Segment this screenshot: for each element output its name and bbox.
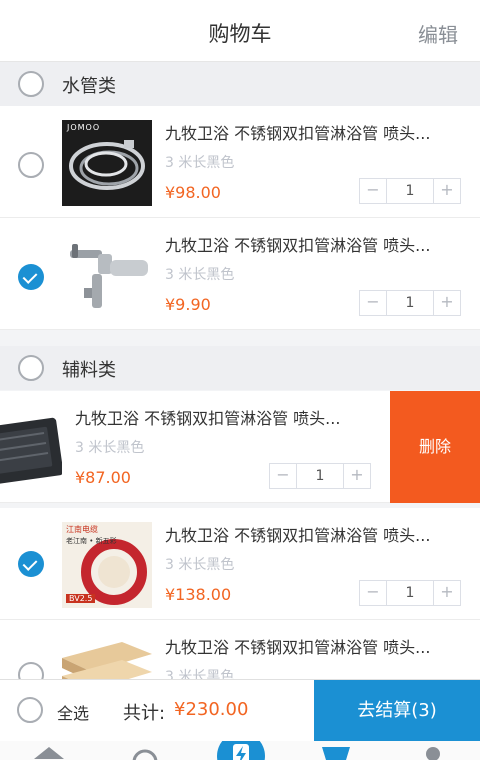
tab-bar <box>0 741 480 760</box>
header: 购物车 编辑 <box>0 0 480 62</box>
increment-button[interactable]: + <box>344 464 370 488</box>
decrement-button[interactable]: − <box>270 464 296 488</box>
product-image[interactable]: JOMOO <box>62 120 152 206</box>
product-price: ¥9.90 <box>165 295 211 314</box>
faucet-image <box>70 244 148 308</box>
decrement-button[interactable]: − <box>360 291 386 315</box>
tool-case-image <box>0 417 62 486</box>
quantity-stepper: − 1 + <box>269 463 371 489</box>
quantity-stepper: − 1 + <box>359 580 461 606</box>
product-name[interactable]: 九牧卫浴 不锈钢双扣管淋浴管 喷头... <box>165 634 430 658</box>
select-all-radio[interactable] <box>17 697 43 723</box>
discover-icon[interactable] <box>131 748 159 760</box>
total-label: 共计: <box>123 703 166 724</box>
quantity-stepper: − 1 + <box>359 290 461 316</box>
product-image[interactable] <box>0 405 62 491</box>
total-amount: ¥230.00 <box>174 699 249 720</box>
product-spec: 3 米长黑色 <box>165 155 235 171</box>
thumb-brand: JOMOO <box>67 123 101 132</box>
profile-icon[interactable] <box>420 746 446 760</box>
group-header-water-pipes: 水管类 <box>0 62 480 106</box>
group-header-accessories: 辅料类 <box>0 346 480 390</box>
product-spec: 3 米长黑色 <box>165 267 235 283</box>
home-icon[interactable] <box>34 747 64 760</box>
product-image[interactable]: 江南电缆 老江南 • 新五彩 BV2.5 <box>62 522 152 608</box>
flash-icon[interactable] <box>216 741 266 760</box>
quantity-input[interactable]: 1 <box>386 581 434 605</box>
increment-button[interactable]: + <box>434 581 460 605</box>
cart-item: 九牧卫浴 不锈钢双扣管淋浴管 喷头... 3 米长黑色 ¥9.90 − 1 + <box>0 218 480 330</box>
increment-button[interactable]: + <box>434 179 460 203</box>
product-spec: 3 米长黑色 <box>75 440 145 456</box>
edit-button[interactable]: 编辑 <box>418 19 458 48</box>
product-price: ¥98.00 <box>165 183 221 202</box>
thumb-subtitle: 老江南 • 新五彩 <box>66 537 117 545</box>
group-select-radio[interactable] <box>18 355 44 381</box>
decrement-button[interactable]: − <box>360 179 386 203</box>
cart-screen: 购物车 编辑 水管类 JOMOO 九牧卫浴 不锈钢双扣管淋浴管 喷头... 3 … <box>0 0 480 760</box>
product-name[interactable]: 九牧卫浴 不锈钢双扣管淋浴管 喷头... <box>165 522 430 546</box>
thumb-tag: BV2.5 <box>66 594 96 603</box>
checkout-button[interactable]: 去结算(3) <box>314 680 480 742</box>
select-all-label[interactable]: 全选 <box>57 700 89 724</box>
shower-hose-image <box>69 140 145 190</box>
group-select-radio[interactable] <box>18 71 44 97</box>
item-select-radio[interactable] <box>18 152 44 178</box>
cart-icon[interactable] <box>320 745 352 760</box>
quantity-stepper: − 1 + <box>359 178 461 204</box>
product-spec: 3 米长黑色 <box>165 557 235 573</box>
cart-item: JOMOO 九牧卫浴 不锈钢双扣管淋浴管 喷头... 3 米长黑色 ¥98.00… <box>0 106 480 218</box>
cart-item-swiped: 九牧卫浴 不锈钢双扣管淋浴管 喷头... 3 米长黑色 ¥87.00 − 1 +… <box>0 391 480 503</box>
item-select-radio[interactable] <box>18 551 44 577</box>
increment-button[interactable]: + <box>434 291 460 315</box>
decrement-button[interactable]: − <box>360 581 386 605</box>
thumb-brand: 江南电缆 <box>66 525 98 534</box>
quantity-input[interactable]: 1 <box>386 179 434 203</box>
product-price: ¥138.00 <box>165 585 232 604</box>
product-name[interactable]: 九牧卫浴 不锈钢双扣管淋浴管 喷头... <box>165 120 430 144</box>
product-image[interactable] <box>62 232 152 318</box>
checkout-bar: 全选 共计: ¥230.00 去结算(3) <box>0 679 480 742</box>
page-title: 购物车 <box>208 22 272 46</box>
product-price: ¥87.00 <box>75 468 131 487</box>
group-label: 辅料类 <box>62 360 116 381</box>
item-select-radio[interactable] <box>18 264 44 290</box>
delete-button[interactable]: 删除 <box>390 391 480 503</box>
product-name[interactable]: 九牧卫浴 不锈钢双扣管淋浴管 喷头... <box>165 232 430 256</box>
quantity-input[interactable]: 1 <box>296 464 344 488</box>
group-label: 水管类 <box>62 76 116 97</box>
cart-item: 江南电缆 老江南 • 新五彩 BV2.5 九牧卫浴 不锈钢双扣管淋浴管 喷头..… <box>0 508 480 620</box>
quantity-input[interactable]: 1 <box>386 291 434 315</box>
product-name[interactable]: 九牧卫浴 不锈钢双扣管淋浴管 喷头... <box>75 405 340 429</box>
